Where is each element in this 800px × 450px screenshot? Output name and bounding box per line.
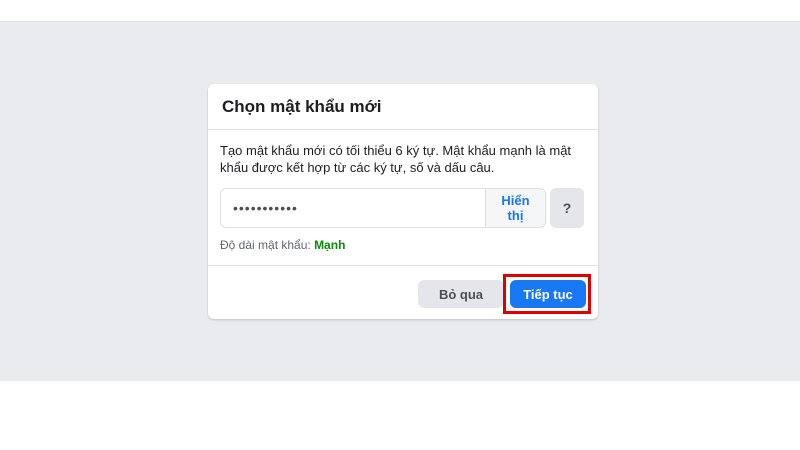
top-bar — [0, 0, 800, 22]
new-password-input[interactable] — [221, 189, 485, 227]
dialog-body: Tạo mật khẩu mới có tối thiểu 6 ký tự. M… — [208, 130, 598, 176]
new-password-dialog: Chọn mật khẩu mới Tạo mật khẩu mới có tố… — [208, 84, 598, 319]
dialog-description: Tạo mật khẩu mới có tối thiểu 6 ký tự. M… — [220, 143, 572, 175]
dialog-footer: Bỏ qua Tiếp tục — [208, 265, 598, 319]
help-button[interactable]: ? — [550, 188, 584, 228]
password-strength: Độ dài mật khẩu: Mạnh — [220, 238, 345, 252]
show-password-button[interactable]: Hiển thị — [485, 189, 545, 227]
password-row: Hiển thị ? — [220, 188, 584, 228]
dialog-header: Chọn mật khẩu mới — [208, 84, 598, 130]
strength-value: Mạnh — [314, 238, 346, 252]
skip-button[interactable]: Bỏ qua — [418, 280, 504, 308]
bottom-area — [0, 381, 800, 450]
continue-button[interactable]: Tiếp tục — [510, 280, 586, 308]
password-field-wrapper: Hiển thị — [220, 188, 546, 228]
strength-label: Độ dài mật khẩu: — [220, 238, 311, 252]
dialog-title: Chọn mật khẩu mới — [222, 96, 382, 116]
